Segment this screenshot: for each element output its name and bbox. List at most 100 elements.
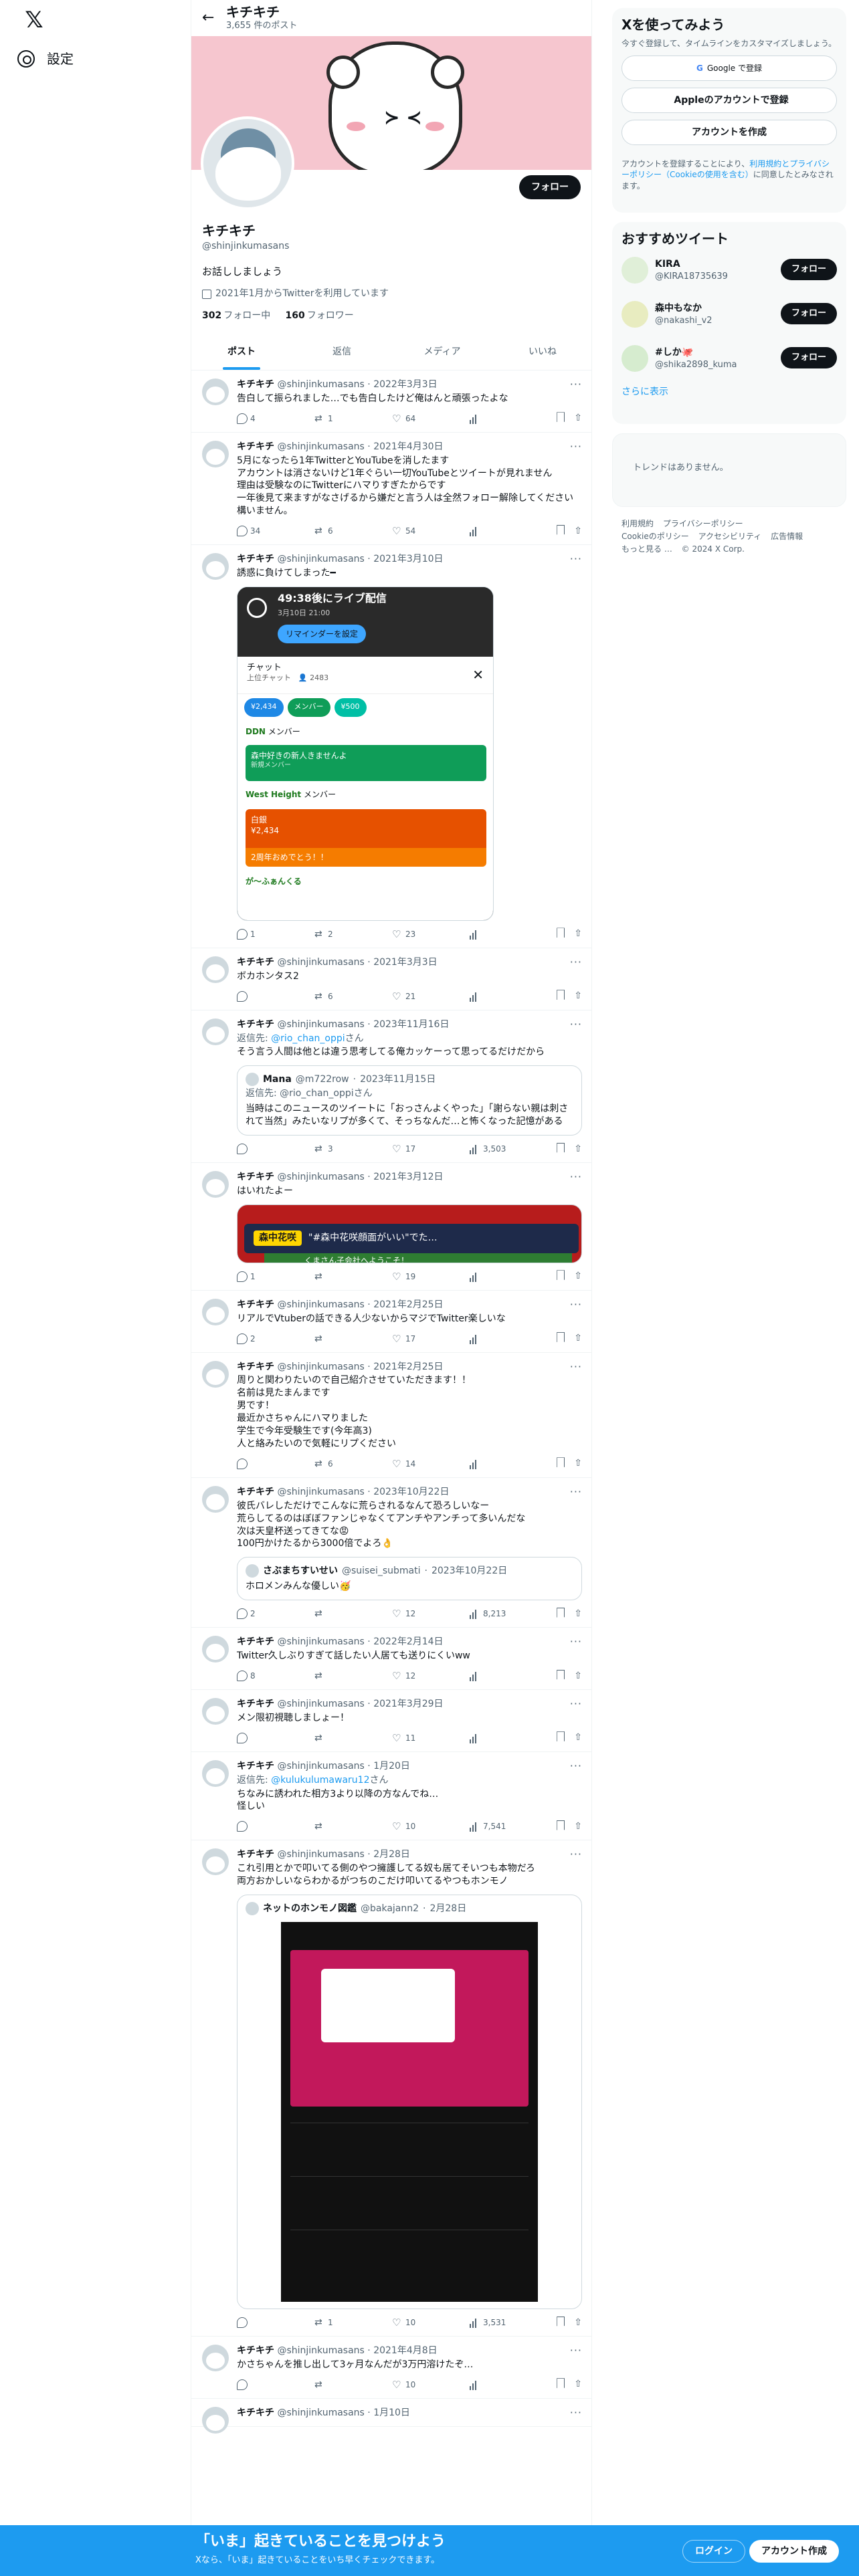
tweet[interactable]: キチキチ @shinjinkumasans · 2021年3月3日 ··· ボカホン… <box>191 948 591 1010</box>
like-button[interactable]: ♡ 64 <box>392 413 470 424</box>
tweet-date[interactable]: 2021年4月8日 <box>373 2345 437 2356</box>
tab-posts[interactable]: ポスト <box>191 334 292 370</box>
more-icon[interactable]: ··· <box>570 1485 582 1499</box>
views-button[interactable] <box>470 2379 547 2390</box>
like-button[interactable]: ♡ 10 <box>392 1821 470 1832</box>
bookmark-icon[interactable] <box>557 2378 565 2389</box>
retweet-button[interactable]: ⇄ 3 <box>314 1144 392 1154</box>
tweet-date[interactable]: 2021年3月10日 <box>373 554 443 564</box>
retweet-button[interactable]: ⇄ <box>314 1671 392 1681</box>
share-icon[interactable]: ⇧ <box>574 1820 582 1833</box>
share-icon[interactable]: ⇧ <box>574 928 582 940</box>
avatar[interactable] <box>202 1298 229 1325</box>
avatar[interactable] <box>202 1360 229 1388</box>
footer-link[interactable]: もっと見る … <box>622 544 672 554</box>
signup-button[interactable]: アカウント作成 <box>749 2540 839 2563</box>
tweet-date[interactable]: 1月20日 <box>373 1761 410 1772</box>
retweet-button[interactable]: ⇄ 2 <box>314 929 392 940</box>
following-link[interactable]: 302 フォロー中 <box>202 310 270 321</box>
tweet-date[interactable]: 2月28日 <box>373 1849 410 1860</box>
more-icon[interactable]: ··· <box>570 1360 582 1374</box>
bookmark-icon[interactable] <box>557 1457 565 1468</box>
tweet[interactable]: キチキチ @shinjinkumasans · 2021年3月12日 ··· はいれ… <box>191 1163 591 1291</box>
like-button[interactable]: ♡ 21 <box>392 991 470 1002</box>
bookmark-icon[interactable] <box>557 1669 565 1680</box>
retweet-button[interactable]: ⇄ <box>314 1733 392 1743</box>
reply-button[interactable] <box>237 990 314 1002</box>
more-icon[interactable]: ··· <box>570 1634 582 1649</box>
tweet-handle[interactable]: @shinjinkumasans <box>277 1362 364 1372</box>
tweet[interactable]: キチキチ @shinjinkumasans · 2月28日 ··· これ引用とかで叩… <box>191 1840 591 2337</box>
follow-button[interactable]: フォロー <box>519 175 581 199</box>
tweet[interactable]: キチキチ @shinjinkumasans · 2022年3月3日 ··· 告白して… <box>191 370 591 433</box>
avatar[interactable] <box>202 2344 229 2371</box>
follow-button[interactable]: フォロー <box>780 347 837 368</box>
tweet[interactable]: キチキチ @shinjinkumasans · 1月10日 ··· <box>191 2399 591 2434</box>
quoted-tweet[interactable]: ネットのホンモノ図鑑 @bakajann2 · 2月28日 <box>237 1894 582 2309</box>
reply-button[interactable] <box>237 1144 314 1155</box>
reply-button[interactable] <box>237 2317 314 2328</box>
tweet-handle[interactable]: @shinjinkumasans <box>277 441 364 452</box>
avatar[interactable] <box>202 1697 229 1725</box>
share-icon[interactable]: ⇧ <box>574 990 582 1002</box>
more-icon[interactable]: ··· <box>570 552 582 566</box>
avatar[interactable] <box>202 1171 229 1198</box>
tweet[interactable]: キチキチ @shinjinkumasans · 2021年3月29日 ··· メン限… <box>191 1690 591 1752</box>
bookmark-icon[interactable] <box>557 990 565 1000</box>
footer-link[interactable]: 広告情報 <box>771 532 803 541</box>
more-icon[interactable]: ··· <box>570 2343 582 2358</box>
tweet-date[interactable]: 2023年11月16日 <box>373 1019 449 1030</box>
bookmark-icon[interactable] <box>557 1820 565 1830</box>
tweet-author[interactable]: キチキチ <box>237 1636 274 1647</box>
tweet[interactable]: キチキチ @shinjinkumasans · 2023年10月22日 ··· 彼氏… <box>191 1478 591 1628</box>
share-icon[interactable]: ⇧ <box>574 1457 582 1470</box>
share-icon[interactable]: ⇧ <box>574 1670 582 1683</box>
tweet[interactable]: キチキチ @shinjinkumasans · 2021年3月10日 ··· 誘惑に… <box>191 545 591 948</box>
retweet-button[interactable]: ⇄ 6 <box>314 526 392 536</box>
avatar[interactable] <box>202 1759 229 1787</box>
tweet-author[interactable]: キチキチ <box>237 1849 274 1860</box>
views-button[interactable] <box>470 413 547 424</box>
tweet-date[interactable]: 2021年3月29日 <box>373 1699 443 1709</box>
tweet[interactable]: キチキチ @shinjinkumasans · 2022年2月14日 ··· Twi… <box>191 1628 591 1690</box>
reply-button[interactable]: 2 <box>237 1608 314 1620</box>
tweet-handle[interactable]: @shinjinkumasans <box>277 957 364 968</box>
retweet-button[interactable]: ⇄ <box>314 2379 392 2390</box>
suggestion-item[interactable]: 森中もなか @nakashi_v2 フォロー <box>622 292 837 336</box>
retweet-button[interactable]: ⇄ <box>314 1608 392 1619</box>
retweet-button[interactable]: ⇄ <box>314 1821 392 1832</box>
tweet-handle[interactable]: @shinjinkumasans <box>277 1849 364 1860</box>
tweet-handle[interactable]: @shinjinkumasans <box>277 554 364 564</box>
apple-signup-button[interactable]: Appleのアカウントで登録 <box>622 88 837 114</box>
show-more-link[interactable]: さらに表示 <box>622 386 837 399</box>
views-button[interactable]: 3,531 <box>470 2317 547 2328</box>
tweet-author[interactable]: キチキチ <box>237 1487 274 1497</box>
reply-button[interactable]: 4 <box>237 413 314 424</box>
bookmark-icon[interactable] <box>557 2316 565 2327</box>
suggestion-item[interactable]: #しか🐙 @shika2898_kuma フォロー <box>622 336 837 381</box>
tweet-date[interactable]: 2021年2月25日 <box>373 1362 443 1372</box>
like-button[interactable]: ♡ 12 <box>392 1608 470 1619</box>
share-icon[interactable]: ⇧ <box>574 2378 582 2391</box>
retweet-button[interactable]: ⇄ <box>314 1333 392 1344</box>
tab-replies[interactable]: 返信 <box>292 334 392 370</box>
tweet-author[interactable]: キチキチ <box>237 2345 274 2356</box>
more-icon[interactable]: ··· <box>570 377 582 392</box>
tweet-author[interactable]: キチキチ <box>237 1019 274 1030</box>
share-icon[interactable]: ⇧ <box>574 1143 582 1156</box>
views-button[interactable]: 3,503 <box>470 1144 547 1155</box>
bookmark-icon[interactable] <box>557 1332 565 1343</box>
avatar[interactable] <box>202 1018 229 1045</box>
avatar[interactable] <box>202 1636 229 1663</box>
bookmark-icon[interactable] <box>557 412 565 423</box>
share-icon[interactable]: ⇧ <box>574 1270 582 1283</box>
more-icon[interactable]: ··· <box>570 1170 582 1184</box>
bookmark-icon[interactable] <box>557 1270 565 1281</box>
retweet-button[interactable]: ⇄ 6 <box>314 1459 392 1469</box>
tab-likes[interactable]: いいね <box>492 334 591 370</box>
like-button[interactable]: ♡ 19 <box>392 1271 470 1282</box>
tweet-handle[interactable]: @shinjinkumasans <box>277 1699 364 1709</box>
tweet-handle[interactable]: @shinjinkumasans <box>277 1299 364 1310</box>
tweet-handle[interactable]: @shinjinkumasans <box>277 2345 364 2356</box>
tweet[interactable]: キチキチ @shinjinkumasans · 1月20日 ··· 返信先: @ku… <box>191 1752 591 1841</box>
